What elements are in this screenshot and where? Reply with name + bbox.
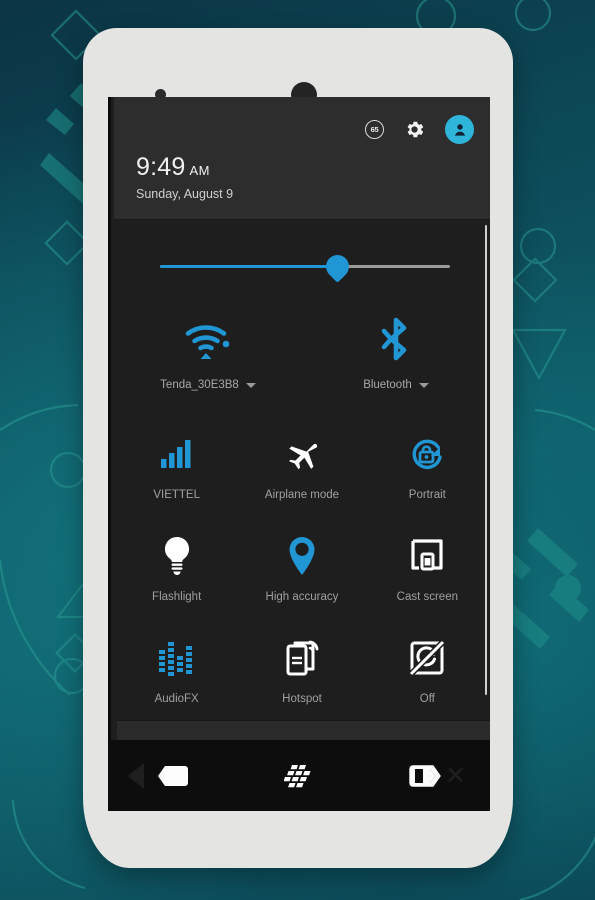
chevron-down-icon[interactable] <box>418 382 429 388</box>
tile-cast[interactable]: Cast screen <box>365 522 490 624</box>
panel-scrollbar[interactable] <box>484 225 487 695</box>
ghost-triangle-icon <box>128 763 144 789</box>
clock-time-value: 9:49 <box>136 153 186 181</box>
phone-screen: 65 9:49 AM Sunday, August 9 Tenda_30E3B8… <box>108 97 490 811</box>
airplane-icon <box>282 430 322 478</box>
tile-label-location: High accuracy <box>265 591 339 603</box>
blackberry-recents-icon <box>409 764 442 787</box>
bluetooth-icon <box>379 312 413 366</box>
clock-block: 9:49 AM Sunday, August 9 <box>136 155 234 202</box>
battery-circle-icon[interactable]: 65 <box>365 120 384 139</box>
tile-location[interactable]: High accuracy <box>239 522 364 624</box>
phone-device-frame: 65 9:49 AM Sunday, August 9 Tenda_30E3B8… <box>83 28 513 868</box>
tile-label-flashlight: Flashlight <box>152 591 202 603</box>
tile-label-sync: Off <box>419 693 435 705</box>
navigation-bar: ✕ <box>108 740 490 811</box>
blackberry-back-icon <box>157 765 188 786</box>
gear-icon[interactable] <box>403 118 426 141</box>
connectivity-row: Tenda_30E3B8 Bluetooth <box>114 312 490 420</box>
tile-mobile-data[interactable]: VIETTEL <box>114 420 239 522</box>
hotspot-icon <box>282 634 322 682</box>
clock-time: 9:49 AM <box>136 155 233 180</box>
nav-recents-button[interactable] <box>363 763 490 789</box>
ghost-close-icon: ✕ <box>445 762 466 790</box>
user-silhouette-icon <box>454 123 465 136</box>
tile-rotation[interactable]: Portrait <box>365 420 490 522</box>
quick-settings-drag-handle[interactable] <box>117 720 490 740</box>
brightness-slider-fill <box>160 265 337 268</box>
tile-row-1: VIETTEL Airplane mode Portrait <box>114 420 490 522</box>
tile-label-audiofx: AudioFX <box>154 693 199 705</box>
bluetooth-label: Bluetooth <box>363 379 412 391</box>
quick-settings-panel: 65 9:49 AM Sunday, August 9 Tenda_30E3B8… <box>108 97 490 740</box>
wifi-icon <box>182 312 234 366</box>
chevron-down-icon[interactable] <box>245 382 256 388</box>
rotation-lock-icon <box>407 430 447 478</box>
tile-audiofx[interactable]: AudioFX <box>114 624 239 726</box>
brightness-slider-thumb[interactable] <box>321 250 354 283</box>
tile-label-rotation: Portrait <box>408 489 446 501</box>
signal-bars-icon <box>160 430 194 478</box>
battery-level-text: 65 <box>370 125 379 134</box>
tile-sync[interactable]: Off <box>365 624 490 726</box>
blackberry-logo-icon <box>283 764 311 787</box>
user-avatar-icon[interactable] <box>445 115 474 144</box>
nav-home-button[interactable] <box>235 763 362 789</box>
clock-date: Sunday, August 9 <box>136 187 234 201</box>
wifi-tile-label-group: Tenda_30E3B8 <box>160 379 256 391</box>
clock-ampm: AM <box>189 163 210 178</box>
tile-flashlight[interactable]: Flashlight <box>114 522 239 624</box>
bluetooth-tile-label-group: Bluetooth <box>363 379 429 391</box>
tile-label-mobile-data: VIETTEL <box>153 489 200 501</box>
location-pin-icon <box>285 532 319 580</box>
cast-screen-icon <box>407 532 447 580</box>
brightness-slider[interactable] <box>160 250 450 283</box>
lightbulb-icon <box>160 532 194 580</box>
wifi-tile[interactable]: Tenda_30E3B8 <box>114 312 302 420</box>
tile-label-hotspot: Hotspot <box>282 693 322 705</box>
tile-hotspot[interactable]: Hotspot <box>239 624 364 726</box>
tile-airplane-mode[interactable]: Airplane mode <box>239 420 364 522</box>
equalizer-icon <box>157 634 197 682</box>
bluetooth-tile[interactable]: Bluetooth <box>302 312 490 420</box>
quick-settings-header: 65 9:49 AM Sunday, August 9 <box>114 97 490 220</box>
sync-off-icon <box>407 634 447 682</box>
tile-row-2: Flashlight High accuracy Cast screen <box>114 522 490 624</box>
header-icon-group: 65 <box>365 115 474 144</box>
tile-label-airplane-mode: Airplane mode <box>264 489 340 501</box>
wifi-ssid-label: Tenda_30E3B8 <box>160 379 239 391</box>
tile-label-cast: Cast screen <box>396 591 458 603</box>
brightness-slider-row <box>114 220 490 312</box>
tile-row-3: AudioFX Hotspot Off <box>114 624 490 726</box>
